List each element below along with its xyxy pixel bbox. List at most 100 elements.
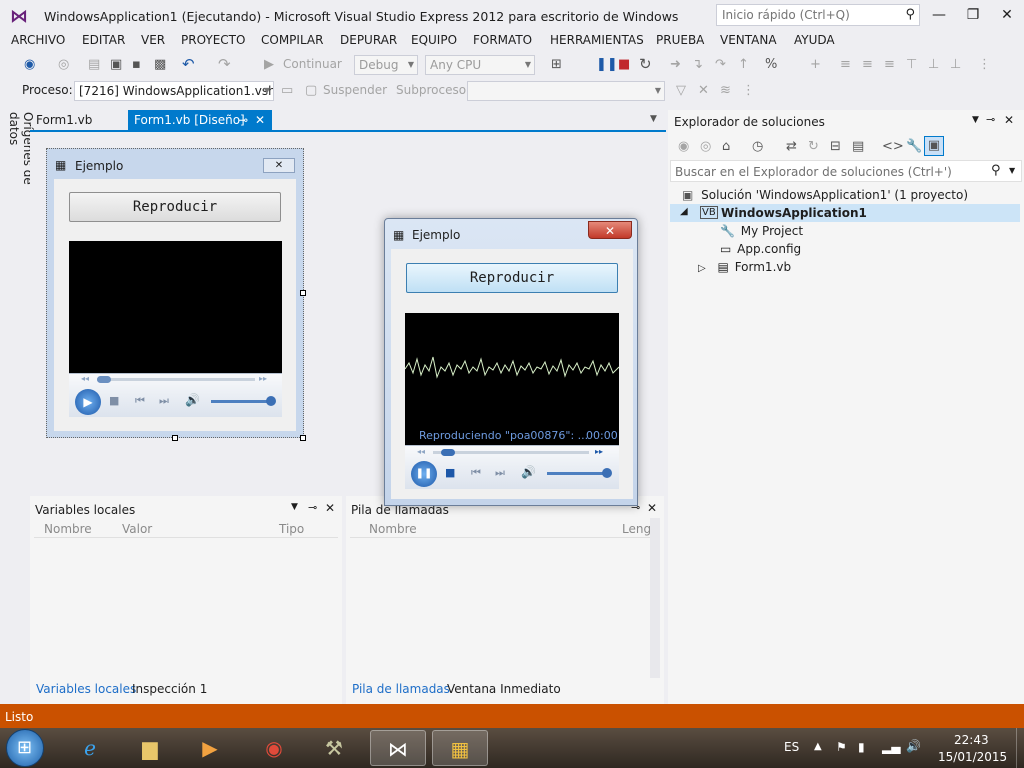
save-all-icon[interactable]: ▩ <box>154 56 166 74</box>
forward-icon[interactable]: ◎ <box>700 138 711 156</box>
suspend-button[interactable]: Suspender <box>323 83 387 97</box>
navigate-forward-icon[interactable]: ◎ <box>58 56 69 74</box>
media-player-icon[interactable]: ▶ <box>182 730 238 766</box>
align-right-icon[interactable]: ≡ <box>884 56 895 74</box>
next-icon[interactable]: ⏭ <box>495 466 505 480</box>
new-project-icon[interactable]: ▤ <box>88 56 100 74</box>
stack-options-icon[interactable]: ⋮ <box>742 82 755 100</box>
designer-seek-bar[interactable] <box>97 378 255 381</box>
stop-icon[interactable]: ■ <box>445 466 455 479</box>
refresh-icon[interactable]: ↻ <box>808 138 819 156</box>
navigate-back-icon[interactable]: ◉ <box>24 56 35 74</box>
pin-icon[interactable]: ⊸ <box>986 113 995 126</box>
align-left-icon[interactable]: ≡ <box>840 56 851 74</box>
resize-handle[interactable] <box>300 435 306 441</box>
visual-studio-taskbar-icon[interactable]: ⋈ <box>370 730 426 766</box>
previous-icon[interactable]: ⏮ <box>135 394 145 408</box>
thread-dropdown[interactable]: ▼ <box>467 81 665 101</box>
menu-formato[interactable]: FORMATO <box>473 33 532 47</box>
toolbar-options-icon[interactable]: ⋮ <box>978 56 991 74</box>
rewind-icon[interactable]: ◂◂ <box>417 447 425 456</box>
menu-compilar[interactable]: COMPILAR <box>261 33 323 47</box>
tab-overflow-icon[interactable]: ▼ <box>650 114 657 124</box>
fast-forward-icon[interactable]: ▸▸ <box>259 374 267 383</box>
running-app-taskbar-icon[interactable]: ▦ <box>432 730 488 766</box>
align-center-icon[interactable]: ≡ <box>862 56 873 74</box>
menu-ventana[interactable]: VENTANA <box>720 33 777 47</box>
tools-app-icon[interactable]: ⚒ <box>306 730 362 766</box>
solution-search-box[interactable]: Buscar en el Explorador de soluciones (C… <box>670 160 1022 182</box>
project-node-selected[interactable]: ◢ VB WindowsApplication1 <box>670 204 1020 222</box>
close-button[interactable]: ✕ <box>994 4 1020 26</box>
tree-item-form1[interactable]: ▷ ▤ Form1.vb <box>698 260 791 274</box>
running-volume-slider[interactable] <box>547 472 609 475</box>
chrome-icon[interactable]: ◉ <box>246 730 302 766</box>
sync-icon[interactable]: ⇄ <box>786 138 797 156</box>
volume-icon[interactable]: 🔊 <box>521 465 536 479</box>
align-top-icon[interactable]: ⊤ <box>906 56 917 74</box>
tree-item-my-project[interactable]: 🔧 My Project <box>720 224 803 238</box>
panel-menu-icon[interactable]: ▼ <box>972 115 979 125</box>
running-form-close-button[interactable]: ✕ <box>588 221 632 239</box>
language-indicator[interactable]: ES <box>784 740 799 754</box>
menu-proyecto[interactable]: PROYECTO <box>181 33 245 47</box>
resize-handle[interactable] <box>172 435 178 441</box>
config-dropdown[interactable]: Debug ▼ <box>354 55 418 75</box>
align-icon[interactable]: + <box>810 56 821 74</box>
minimize-button[interactable]: — <box>926 4 952 26</box>
quick-launch-box[interactable]: ⚲ <box>716 4 920 26</box>
designer-volume-slider[interactable] <box>211 400 273 403</box>
align-middle-icon[interactable]: ⊥ <box>928 56 939 74</box>
tab-call-stack[interactable]: Pila de llamadas <box>352 682 450 696</box>
align-bottom-icon[interactable]: ⊥ <box>950 56 961 74</box>
volume-icon[interactable]: 🔊 <box>906 739 921 753</box>
pause-icon[interactable]: ❚❚ <box>411 461 437 487</box>
network-icon[interactable]: ▂▄ <box>882 740 900 754</box>
vertical-scrollbar[interactable] <box>650 518 660 678</box>
show-hidden-icons-icon[interactable]: ▲ <box>814 741 822 752</box>
column-header[interactable]: Leng <box>622 522 651 536</box>
internet-explorer-icon[interactable]: ℯ <box>62 730 118 766</box>
show-next-statement-icon[interactable]: ➜ <box>670 56 681 74</box>
step-over-icon[interactable]: ↷ <box>715 56 726 74</box>
running-volume-thumb[interactable] <box>602 468 612 478</box>
collapse-all-icon[interactable]: ⊟ <box>830 138 841 156</box>
suspend-icon[interactable]: ▢ <box>305 82 317 100</box>
previous-icon[interactable]: ⏮ <box>471 466 481 480</box>
running-form-window[interactable]: ▦ Ejemplo ✕ Reproducir Reproduciendo "po… <box>384 218 638 506</box>
designer-play-button[interactable]: Reproducir <box>69 192 281 222</box>
tab-immediate-window[interactable]: Ventana Inmediato <box>447 682 561 696</box>
menu-herramientas[interactable]: HERRAMIENTAS <box>550 33 644 47</box>
designer-volume-thumb[interactable] <box>266 396 276 406</box>
filter-icon[interactable]: ▽ <box>676 82 686 100</box>
tab-watch-1[interactable]: Inspección 1 <box>132 682 207 696</box>
attach-process-icon[interactable]: ⊞ <box>551 56 562 74</box>
search-icon[interactable]: ⚲ <box>991 163 1001 178</box>
column-header[interactable]: Tipo <box>279 522 304 536</box>
tree-item-app-config[interactable]: ▭ App.config <box>720 242 801 256</box>
stack-frame-icon[interactable]: ≋ <box>720 82 731 100</box>
quick-launch-input[interactable] <box>717 5 897 25</box>
menu-prueba[interactable]: PRUEBA <box>656 33 704 47</box>
platform-dropdown[interactable]: Any CPU ▼ <box>425 55 535 75</box>
redo-icon[interactable]: ↷ <box>218 55 231 73</box>
step-out-icon[interactable]: ↑ <box>738 56 749 74</box>
properties-icon[interactable]: 🔧 <box>906 138 922 156</box>
menu-editar[interactable]: EDITAR <box>82 33 125 47</box>
stop-debugging-icon[interactable]: ■ <box>618 56 630 74</box>
running-play-button[interactable]: Reproducir <box>406 263 618 293</box>
designer-form[interactable]: ▦ Ejemplo ✕ Reproducir ◂◂ ▸▸ ▶ ■ ⏮ ⏭ 🔊 <box>46 148 306 441</box>
search-icon[interactable]: ⚲ <box>905 7 915 22</box>
column-header[interactable]: Valor <box>122 522 152 536</box>
restart-icon[interactable]: ↻ <box>639 55 652 73</box>
clock-date[interactable]: 15/01/2015 <box>938 750 1007 764</box>
undo-icon[interactable]: ↶ <box>182 55 195 73</box>
chevron-down-icon[interactable]: ▼ <box>1009 166 1015 175</box>
process-dropdown[interactable]: [7216] WindowsApplication1.vsho ▼ <box>74 81 274 101</box>
solution-node[interactable]: ▣ Solución 'WindowsApplication1' (1 proy… <box>682 188 968 202</box>
next-icon[interactable]: ⏭ <box>159 394 169 408</box>
power-icon[interactable]: ▮ <box>858 740 865 754</box>
fast-forward-icon[interactable]: ▸▸ <box>595 447 603 456</box>
panel-menu-icon[interactable]: ▼ <box>291 502 298 512</box>
column-header[interactable]: Nombre <box>369 522 417 536</box>
